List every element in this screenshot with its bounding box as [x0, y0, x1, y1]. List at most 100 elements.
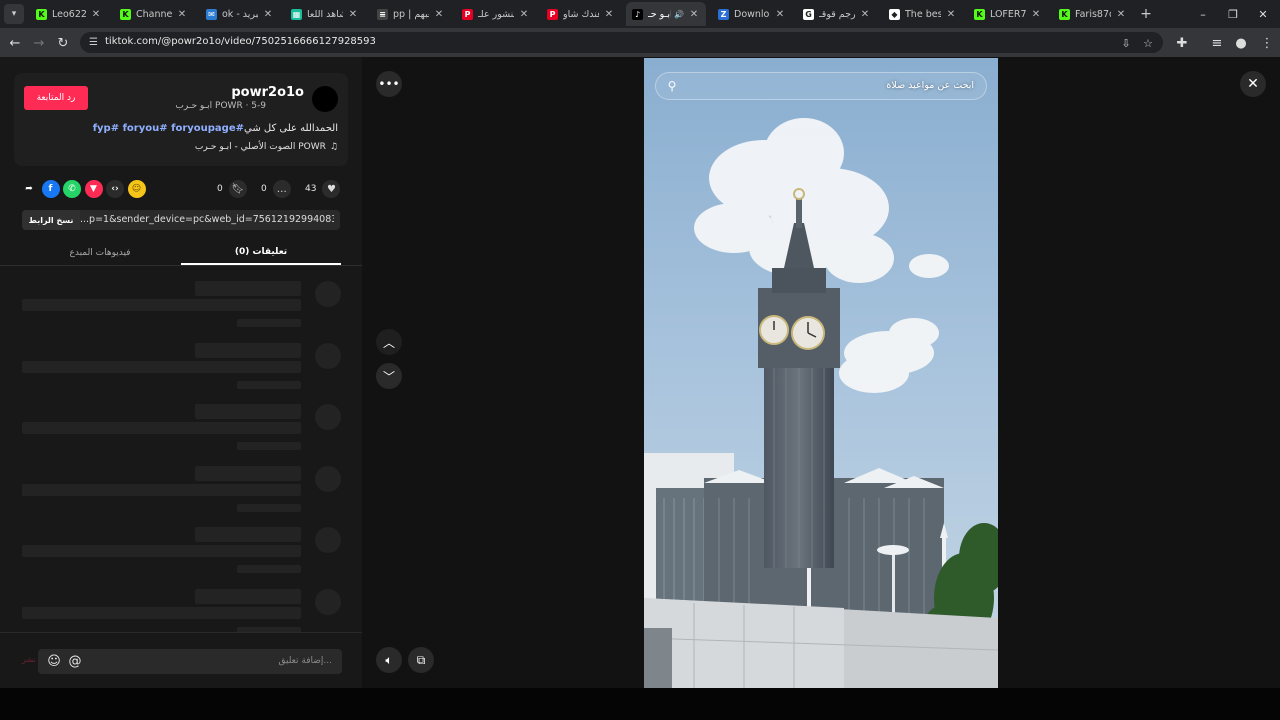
tab-close-icon[interactable]: ✕ [262, 9, 274, 20]
comment-stat[interactable]: 0 … [261, 180, 291, 198]
tab-title[interactable]: LOFER7 St [990, 9, 1026, 20]
reload-icon[interactable]: ↻ [53, 33, 73, 53]
tab-close-icon[interactable]: ✕ [859, 9, 871, 20]
browser-tab[interactable]: ◆ The best ✕ [883, 2, 963, 26]
more-options-icon[interactable]: ••• [376, 71, 402, 97]
window-close-icon[interactable]: ✕ [1250, 4, 1276, 24]
browser-tab[interactable]: ♪ ابـو حـ 🔊 ✕ [626, 2, 706, 26]
tab-close-icon[interactable]: ✕ [433, 9, 445, 20]
original-sound-link[interactable]: الصوت الأصلي - ابـو حـرب POWR ♫ [195, 142, 338, 152]
video-search-bar[interactable]: ⚲ ابحث عن مواعيد صلاة [655, 72, 987, 100]
tab-creator-videos[interactable]: فيديوهات المبدع [20, 240, 180, 265]
mention-icon[interactable]: @ [67, 653, 83, 669]
comment-placeholder[interactable]: إضافة تعليق... [278, 656, 332, 666]
browser-tab[interactable]: K Channel P ✕ [114, 2, 194, 26]
browser-tab[interactable]: Z Download ✕ [712, 2, 792, 26]
tab-audio-icon[interactable]: 🔊 [674, 10, 684, 19]
browser-tab[interactable]: ▦ شاهد اللعا ✕ [285, 2, 365, 26]
browser-tab[interactable]: K LOFER7 St ✕ [968, 2, 1048, 26]
tab-title[interactable]: منشور علـ [478, 9, 514, 20]
tab-title[interactable]: Leo622 St [52, 9, 86, 20]
tab-close-icon[interactable]: ✕ [688, 9, 700, 20]
restore-icon[interactable]: ❐ [1220, 4, 1246, 24]
sound-name[interactable]: الصوت الأصلي - ابـو حـرب POWR [195, 142, 326, 152]
share-arrow-icon[interactable]: ➦ [20, 180, 38, 198]
comment-bubble-icon[interactable]: … [272, 180, 291, 198]
copy-link-button[interactable]: نسخ الرابط [22, 210, 80, 230]
tab-close-icon[interactable]: ✕ [1115, 9, 1127, 20]
tab-close-icon[interactable]: ✕ [945, 9, 957, 20]
share-link-url[interactable]: ...p=1&sender_device=pc&web_id=756121929… [80, 214, 334, 225]
tab-title[interactable]: ابـو حـ [648, 9, 671, 20]
skeleton-line [195, 404, 301, 419]
like-stat[interactable]: 43 ♥ [305, 180, 341, 198]
url-text[interactable]: tiktok.com/@powr2o1o/video/7502516666127… [105, 36, 376, 47]
kick-icon: K [1059, 8, 1070, 20]
tab-close-icon[interactable]: ✕ [518, 9, 530, 20]
close-video-icon[interactable]: ✕ [1240, 71, 1266, 97]
video-search-placeholder[interactable]: ابحث عن مواعيد صلاة [886, 80, 974, 91]
address-bar[interactable]: ☰ tiktok.com/@powr2o1o/video/75025166661… [80, 32, 1163, 53]
download-icon: Z [718, 8, 729, 20]
next-video-chevron-down-icon[interactable]: ﹀ [376, 363, 402, 389]
follow-back-button[interactable]: رد المتابعة [24, 86, 88, 110]
forward-icon[interactable]: → [29, 33, 49, 53]
tab-title[interactable]: Channel P [136, 9, 172, 20]
tab-close-icon[interactable]: ✕ [90, 9, 102, 20]
install-app-icon[interactable]: ⇩ [1118, 35, 1134, 51]
previous-video-chevron-up-icon[interactable]: ︿ [376, 329, 402, 355]
skeleton-line [195, 342, 301, 358]
tab-title[interactable]: عندك شاو [563, 9, 599, 20]
pinterest-icon: P [547, 8, 558, 20]
picture-in-picture-icon[interactable]: ⧉ [408, 647, 434, 673]
tab-close-icon[interactable]: ✕ [176, 9, 188, 20]
browser-tab[interactable]: K Leo622 St ✕ [30, 2, 108, 26]
tab-title[interactable]: مترجم قوقـ [819, 9, 855, 20]
comment-input[interactable]: ☺ @ إضافة تعليق... [38, 649, 342, 674]
facebook-icon[interactable]: f [41, 180, 60, 198]
tab-close-icon[interactable]: ✕ [774, 9, 786, 20]
tiktok-repost-icon[interactable]: ▼ [84, 180, 103, 198]
browser-tab[interactable]: P عندك شاو ✕ [541, 2, 621, 26]
tab-search-chevron-icon[interactable]: ▾ [4, 4, 24, 24]
video-caption: fyp# foryou# foryoupage#الحمدالله على كل… [93, 123, 338, 134]
embed-icon[interactable]: ‹› [106, 180, 124, 198]
tab-close-icon[interactable]: ✕ [603, 9, 615, 20]
tab-title[interactable]: The best [905, 9, 941, 20]
browser-tab[interactable]: K Faris87q S ✕ [1053, 2, 1133, 26]
author-username[interactable]: powr2o1o [231, 85, 304, 100]
post-comment-button[interactable]: نشر [22, 655, 36, 664]
minimize-icon[interactable]: – [1190, 4, 1216, 24]
search-icon[interactable]: ⚲ [664, 78, 680, 94]
bookmark-stat[interactable]: 0 🔖︎ [217, 180, 247, 198]
tab-close-icon[interactable]: ✕ [347, 9, 359, 20]
site-info-icon[interactable]: ☰ [86, 35, 101, 50]
tab-comments[interactable]: (0) تعليقات [181, 240, 341, 265]
friends-icon[interactable]: ☺ [127, 180, 146, 198]
author-avatar[interactable] [312, 86, 338, 112]
tab-title[interactable]: Faris87q S [1075, 9, 1111, 20]
media-controls-icon[interactable]: ≡ [1207, 33, 1227, 53]
extensions-icon[interactable]: ✚ [1172, 33, 1192, 53]
profile-avatar-icon[interactable]: ● [1231, 33, 1251, 53]
heart-icon[interactable]: ♥ [322, 180, 341, 198]
new-tab-plus-icon[interactable]: + [1136, 4, 1156, 24]
tab-title[interactable]: pp | لعبهم [393, 9, 429, 20]
tab-title[interactable]: Download [734, 9, 770, 20]
tab-close-icon[interactable]: ✕ [1030, 9, 1042, 20]
caption-hashtags[interactable]: fyp# foryou# foryoupage# [93, 123, 244, 134]
video-player[interactable]: ⚲ ابحث عن مواعيد صلاة [644, 58, 998, 688]
emoji-icon[interactable]: ☺ [46, 653, 62, 669]
back-icon[interactable]: ← [5, 33, 25, 53]
browser-tab[interactable]: P منشور علـ ✕ [456, 2, 536, 26]
browser-tab[interactable]: ✉ ok - البريد ✕ [200, 2, 280, 26]
tab-title[interactable]: ok - البريد [222, 9, 258, 20]
tab-title[interactable]: شاهد اللعا [307, 9, 343, 20]
browser-tab[interactable]: ≡ pp | لعبهم ✕ [371, 2, 451, 26]
volume-icon[interactable]: 🔈︎ [376, 647, 402, 673]
bookmark-icon[interactable]: 🔖︎ [228, 180, 247, 198]
browser-menu-icon[interactable]: ⋮ [1257, 33, 1277, 53]
browser-tab[interactable]: G مترجم قوقـ ✕ [797, 2, 877, 26]
bookmark-star-icon[interactable]: ☆ [1140, 35, 1156, 51]
whatsapp-icon[interactable]: ✆ [63, 180, 81, 198]
